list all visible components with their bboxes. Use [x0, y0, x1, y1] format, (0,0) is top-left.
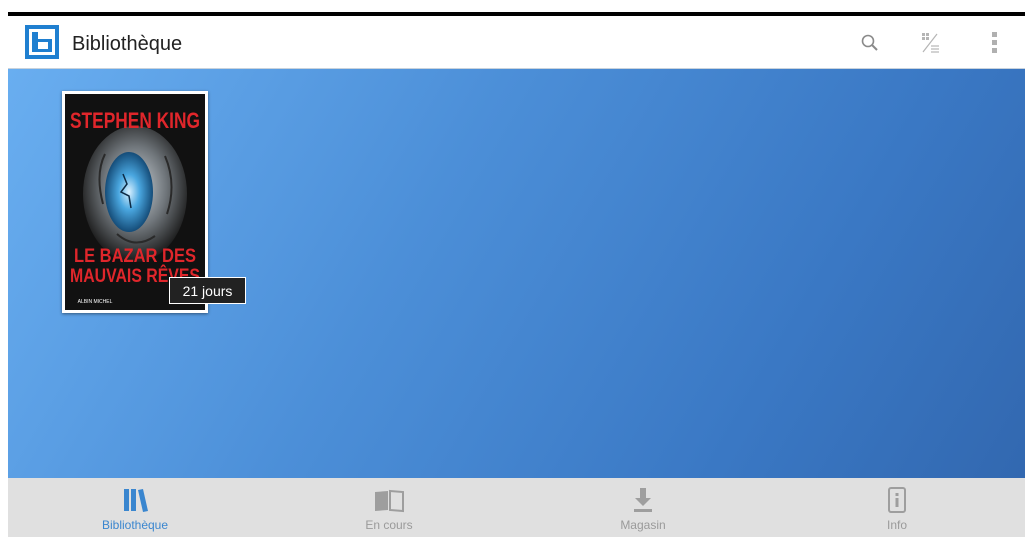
bottom-nav: Bibliothèque En cours Magasin Info [8, 478, 1025, 537]
tab-info[interactable]: Info [770, 478, 1024, 537]
tab-store[interactable]: Magasin [516, 478, 770, 537]
search-icon[interactable] [855, 28, 885, 58]
sort-view-icon[interactable] [915, 28, 945, 58]
loan-days-badge: 21 jours [169, 277, 246, 304]
tab-reading[interactable]: En cours [262, 478, 516, 537]
device-frame: Bibliothèque STEPHEN KING LE BAZAR DES M… [0, 0, 1025, 537]
svg-text:ALBIN MICHEL: ALBIN MICHEL [78, 299, 113, 305]
tab-reading-label: En cours [365, 518, 413, 532]
app-screen: Bibliothèque STEPHEN KING LE BAZAR DES M… [8, 16, 1025, 537]
page-title: Bibliothèque [72, 33, 183, 55]
bookeen-logo-icon[interactable] [25, 25, 59, 59]
svg-text:LE BAZAR DES: LE BAZAR DES [74, 246, 196, 267]
tab-library-label: Bibliothèque [101, 518, 169, 532]
tab-store-label: Magasin [620, 518, 666, 532]
open-book-icon [375, 489, 404, 513]
svg-text:STEPHEN KING: STEPHEN KING [70, 108, 200, 133]
download-icon [634, 488, 652, 512]
more-vert-icon[interactable] [980, 28, 1010, 58]
library-icon [124, 489, 148, 512]
app-bar: Bibliothèque [8, 16, 1025, 69]
library-grid: STEPHEN KING LE BAZAR DES MAUVAIS RÊVES … [8, 69, 1025, 478]
info-icon [888, 487, 906, 513]
tab-info-label: Info [886, 518, 907, 532]
tab-library[interactable]: Bibliothèque [8, 478, 262, 537]
